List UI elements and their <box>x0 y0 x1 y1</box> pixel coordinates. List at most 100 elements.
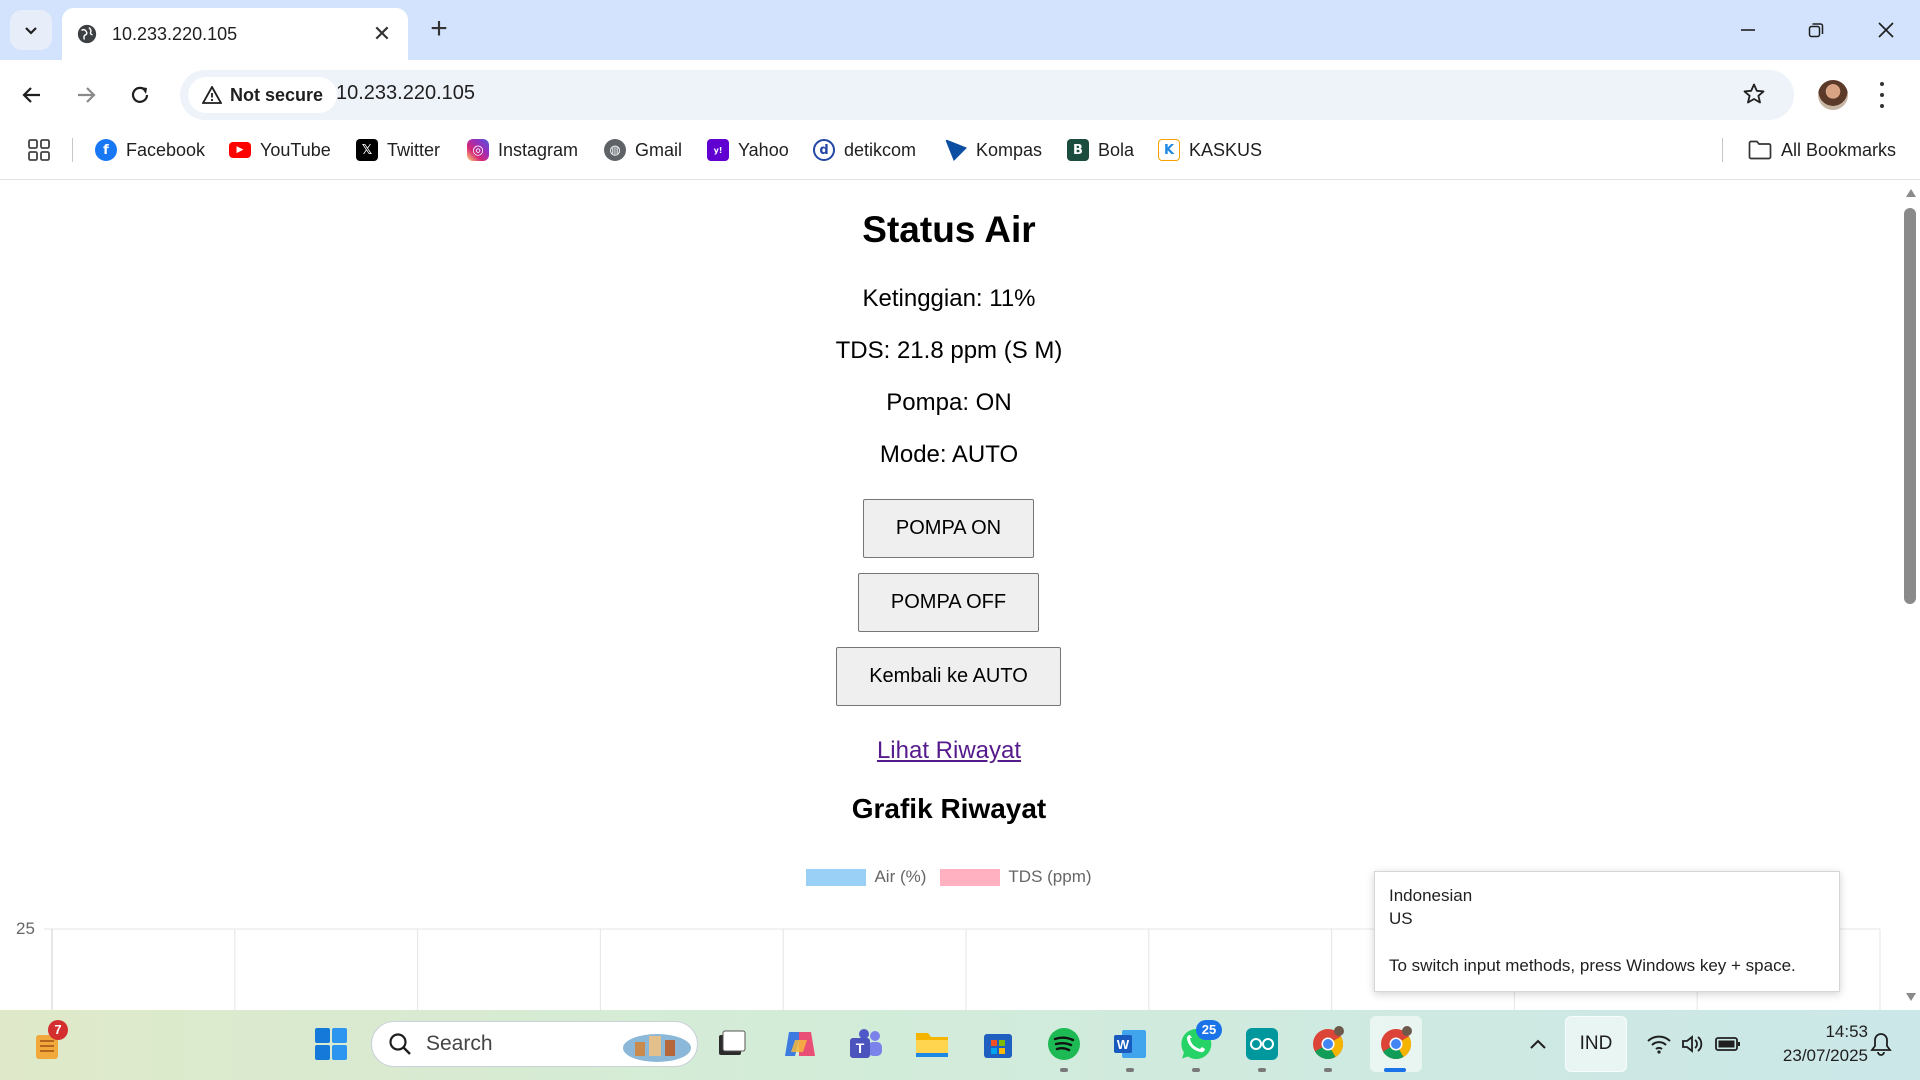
whatsapp-button[interactable]: 25 <box>1174 1020 1222 1066</box>
bookmarks-separator <box>1722 138 1723 162</box>
kaskus-icon: K <box>1158 139 1180 161</box>
running-indicator <box>1126 1068 1134 1072</box>
all-bookmarks-button[interactable]: All Bookmarks <box>1748 136 1896 164</box>
scroll-up-arrow-icon[interactable] <box>1906 189 1916 197</box>
taskbar-search[interactable]: Search <box>371 1021 698 1067</box>
history-link[interactable]: Lihat Riwayat <box>877 737 1021 764</box>
bookmark-gmail[interactable]: ◍ Gmail <box>604 136 682 164</box>
bookmark-bola[interactable]: B Bola <box>1067 136 1134 164</box>
scrollbar-thumb[interactable] <box>1904 208 1916 604</box>
search-icon <box>389 1033 411 1055</box>
chrome-active-button[interactable] <box>1370 1016 1422 1072</box>
start-button[interactable] <box>309 1022 353 1066</box>
page-title: Status Air <box>862 209 1036 250</box>
profile-avatar[interactable] <box>1818 80 1848 110</box>
auto-mode-button[interactable]: Kembali ke AUTO <box>836 647 1061 706</box>
system-tray-status[interactable] <box>1638 1022 1750 1066</box>
instagram-icon: ◎ <box>467 139 489 161</box>
teams-button[interactable]: T <box>844 1022 888 1066</box>
security-label: Not secure <box>230 84 324 105</box>
bookmark-kompas[interactable]: Kompas <box>945 136 1042 164</box>
url-text[interactable]: 10.233.220.105 <box>336 82 475 105</box>
new-tab-button[interactable]: + <box>424 14 454 44</box>
apps-grid-icon[interactable] <box>28 139 50 161</box>
detik-icon: d <box>813 139 835 161</box>
back-button[interactable] <box>14 77 50 113</box>
wifi-icon <box>1647 1035 1671 1054</box>
svg-text:T: T <box>856 1040 865 1056</box>
bookmark-label: Kompas <box>976 139 1043 160</box>
chrome-icon <box>1381 1026 1412 1060</box>
scroll-down-arrow-icon[interactable] <box>1906 993 1916 1001</box>
bookmark-youtube[interactable]: ▶ YouTube <box>229 136 331 164</box>
chrome-button[interactable] <box>1306 1022 1350 1066</box>
restore-button[interactable] <box>1796 14 1836 46</box>
arrow-left-icon <box>22 87 40 103</box>
site-info-chip[interactable]: Not secure <box>188 77 338 113</box>
clock-date: 23/07/2025 <box>1782 1046 1868 1065</box>
arduino-button[interactable] <box>1240 1022 1284 1066</box>
restore-icon <box>1808 23 1824 38</box>
mode-status: Mode: AUTO <box>879 441 1019 468</box>
file-explorer-button[interactable] <box>910 1022 954 1066</box>
bookmark-detikcom[interactable]: d detikcom <box>813 136 916 164</box>
widgets-badge: 7 <box>48 1020 68 1040</box>
forward-button[interactable] <box>68 77 104 113</box>
bookmark-kaskus[interactable]: K KASKUS <box>1158 136 1262 164</box>
whatsapp-badge: 25 <box>1196 1020 1222 1040</box>
minimize-button[interactable] <box>1728 14 1768 46</box>
bookmark-star-icon[interactable] <box>1742 82 1766 106</box>
warning-icon <box>202 86 222 104</box>
search-placeholder: Search <box>426 1032 493 1055</box>
close-window-button[interactable] <box>1866 14 1906 46</box>
folder-icon <box>1748 140 1772 160</box>
bookmark-yahoo[interactable]: y! Yahoo <box>707 136 789 164</box>
search-highlight-image <box>623 1034 691 1062</box>
teams-icon: T <box>850 1029 882 1058</box>
input-indicator[interactable]: IND <box>1565 1016 1627 1072</box>
reload-button[interactable] <box>122 77 158 113</box>
running-indicator <box>1192 1068 1200 1072</box>
taskbar-clock[interactable]: 14:53 23/07/2025 <box>1758 1020 1868 1068</box>
bookmark-instagram[interactable]: ◎ Instagram <box>467 136 578 164</box>
pump-status: Pompa: ON <box>886 389 1012 416</box>
store-icon <box>984 1034 1012 1058</box>
input-method-tooltip: Indonesian US To switch input methods, p… <box>1374 871 1840 992</box>
chart-title: Grafik Riwayat <box>851 793 1047 824</box>
browser-tab[interactable]: 10.233.220.105 ✕ <box>62 8 408 60</box>
history-link-wrap: Lihat Riwayat <box>0 737 1898 765</box>
pump-on-button[interactable]: POMPA ON <box>863 499 1034 558</box>
clock-time: 14:53 <box>1825 1022 1868 1041</box>
close-icon <box>1878 22 1894 38</box>
arrow-right-icon <box>78 87 96 103</box>
store-button[interactable] <box>976 1022 1020 1066</box>
address-bar[interactable]: Not secure 10.233.220.105 <box>180 70 1794 120</box>
bola-icon: B <box>1067 139 1089 161</box>
bookmark-label: detikcom <box>844 139 917 160</box>
x-icon: 𝕏 <box>356 139 378 161</box>
copilot-button[interactable] <box>778 1022 822 1066</box>
bookmark-facebook[interactable]: f Facebook <box>95 136 205 164</box>
show-hidden-icons-button[interactable] <box>1516 1022 1560 1066</box>
folder-icon <box>916 1033 948 1057</box>
tab-title: 10.233.220.105 <box>112 23 238 44</box>
arduino-icon <box>1246 1028 1278 1060</box>
word-button[interactable]: W <box>1108 1022 1152 1066</box>
battery-icon <box>1715 1037 1740 1051</box>
bookmark-twitter[interactable]: 𝕏 Twitter <box>356 136 440 164</box>
browser-menu-button[interactable] <box>1874 78 1890 112</box>
close-tab-icon[interactable]: ✕ <box>370 21 394 47</box>
task-view-button[interactable] <box>710 1022 754 1066</box>
notifications-button[interactable] <box>1866 1022 1896 1066</box>
pump-off-button[interactable]: POMPA OFF <box>858 573 1039 632</box>
globe-icon <box>77 24 97 44</box>
minimize-icon <box>1741 29 1755 31</box>
y-tick-label: 25 <box>16 919 35 938</box>
tab-search-button[interactable] <box>10 10 52 50</box>
bookmarks-separator <box>72 138 73 162</box>
chrome-icon <box>1313 1026 1344 1060</box>
word-icon: W <box>1114 1030 1146 1058</box>
chevron-up-icon <box>1530 1039 1546 1049</box>
spotify-button[interactable] <box>1042 1022 1086 1066</box>
widgets-button[interactable]: 7 <box>26 1020 70 1066</box>
